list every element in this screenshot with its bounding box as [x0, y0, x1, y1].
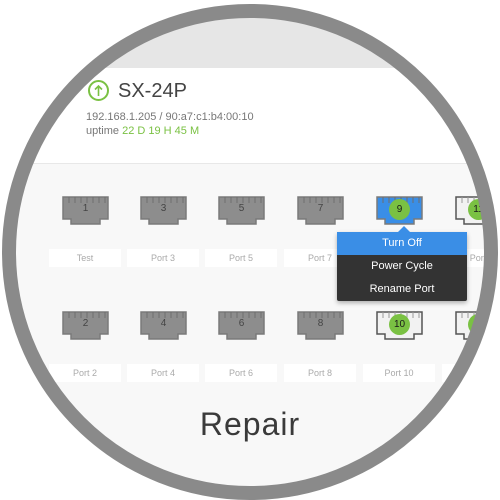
- port-11[interactable]: 11: [453, 194, 488, 227]
- port-label[interactable]: Test: [49, 249, 121, 267]
- port-5[interactable]: 5: [216, 194, 267, 227]
- port-number-badge: 11: [468, 199, 488, 220]
- port-10[interactable]: 10: [374, 309, 425, 342]
- port-number: 4: [160, 318, 167, 329]
- power-status-icon[interactable]: [88, 80, 109, 101]
- port-number-badge: 10: [389, 314, 410, 335]
- port-label[interactable]: Port 2: [49, 364, 121, 382]
- port-number-badge: 12: [468, 314, 488, 335]
- port-8[interactable]: 8: [295, 309, 346, 342]
- port-12[interactable]: 12: [453, 309, 488, 342]
- port-number: 3: [160, 203, 167, 214]
- port-label[interactable]: Port 6: [205, 364, 277, 382]
- port-context-menu: Turn Off Power Cycle Rename Port: [337, 226, 467, 301]
- port-label[interactable]: Port 4: [127, 364, 199, 382]
- uptime-value: 22 D 19 H 45 M: [122, 125, 200, 137]
- magnified-view: SX-24P 192.168.1.205 / 90:a7:c1:b4:00:10…: [12, 14, 488, 490]
- device-address: 192.168.1.205 / 90:a7:c1:b4:00:10: [86, 111, 254, 123]
- window-topbar: [12, 14, 488, 68]
- port-3[interactable]: 3: [138, 194, 189, 227]
- menu-item-power-cycle[interactable]: Power Cycle: [337, 255, 467, 278]
- port-number: 7: [317, 203, 324, 214]
- menu-item-rename-port[interactable]: Rename Port: [337, 278, 467, 301]
- port-label[interactable]: Port 8: [284, 364, 356, 382]
- port-number: 8: [317, 318, 324, 329]
- port-number: 6: [238, 318, 245, 329]
- device-uptime: uptime 22 D 19 H 45 M: [86, 125, 199, 137]
- device-name: SX-24P: [118, 80, 187, 102]
- port-label[interactable]: Port 5: [205, 249, 277, 267]
- port-6[interactable]: 6: [216, 309, 267, 342]
- port-label[interactable]: Port 10: [363, 364, 435, 382]
- port-2[interactable]: 2: [60, 309, 111, 342]
- port-1[interactable]: 1: [60, 194, 111, 227]
- port-9[interactable]: 9: [374, 194, 425, 227]
- port-label[interactable]: [442, 364, 488, 382]
- port-label[interactable]: Port 3: [127, 249, 199, 267]
- port-number: 1: [82, 203, 89, 214]
- port-7[interactable]: 7: [295, 194, 346, 227]
- port-4[interactable]: 4: [138, 309, 189, 342]
- feature-caption: Repair: [199, 406, 301, 442]
- port-number: 2: [82, 318, 89, 329]
- uptime-label: uptime: [86, 125, 120, 137]
- port-number: 5: [238, 203, 245, 214]
- port-number-badge: 9: [389, 199, 410, 220]
- menu-item-turn-off[interactable]: Turn Off: [337, 232, 467, 255]
